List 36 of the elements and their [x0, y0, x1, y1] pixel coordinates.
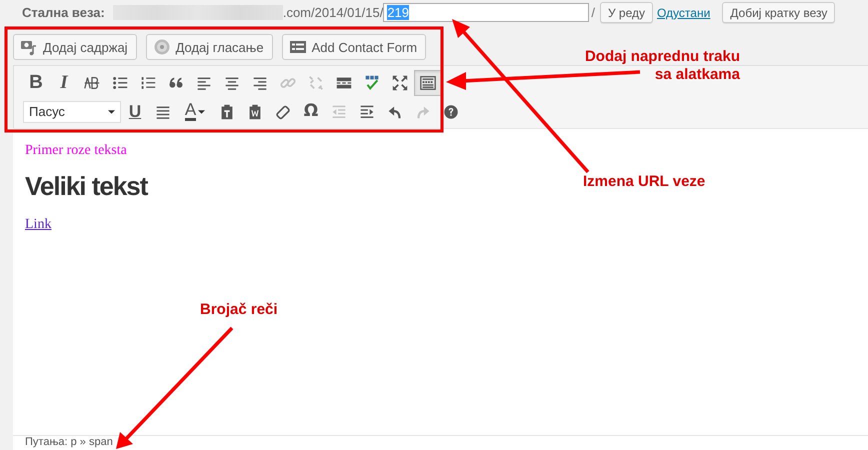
annotation-text: Izmena URL veze [583, 173, 706, 191]
fullscreen-icon [391, 74, 409, 92]
content-link[interactable]: Link [25, 217, 52, 232]
url-slash: / [591, 5, 595, 20]
spellcheck-icon [363, 74, 381, 92]
cancel-link[interactable]: Одустани [656, 6, 710, 20]
permalink-button[interactable]: У реду [600, 2, 653, 23]
heading-text: Veliki tekst [25, 171, 148, 202]
camera-music-icon [20, 38, 38, 56]
paragraph-text: Primer roze teksta [25, 143, 127, 159]
italic-button[interactable]: I [50, 70, 78, 96]
permalink-label: Стална веза: [22, 5, 105, 20]
status-path: Путања: p » span [13, 435, 868, 450]
annotation-text: Dodaj naprednu traku sa alatkama [584, 48, 740, 84]
disc-icon [152, 38, 171, 56]
toolbar-toggle-icon [419, 74, 437, 92]
special-character-button[interactable]: Ω [297, 98, 325, 124]
outdent-icon [330, 102, 348, 120]
permalink-button[interactable]: Добиј кратку везу [722, 2, 836, 23]
media-button[interactable]: Додај гласање [146, 34, 273, 60]
bold-button[interactable]: B [22, 70, 50, 96]
clear-formatting-icon [274, 102, 292, 120]
format-dropdown[interactable]: Пасус [23, 100, 121, 122]
caret-icon [198, 110, 206, 114]
annotation-text: Brojač reči [200, 301, 278, 319]
form-icon [288, 38, 307, 56]
unlink-icon [307, 74, 325, 92]
indent-icon [358, 102, 376, 120]
toolbar-toggle-button[interactable] [414, 70, 442, 96]
url-text: .com/2014/01/15/ [282, 5, 384, 20]
help-icon [442, 102, 460, 120]
underline-button[interactable]: U [121, 98, 149, 124]
media-button[interactable]: Add Contact Form [282, 34, 426, 60]
caret-icon [108, 110, 115, 114]
media-button[interactable]: Додај садржај [13, 34, 137, 60]
text-color-button[interactable]: A [177, 98, 213, 124]
